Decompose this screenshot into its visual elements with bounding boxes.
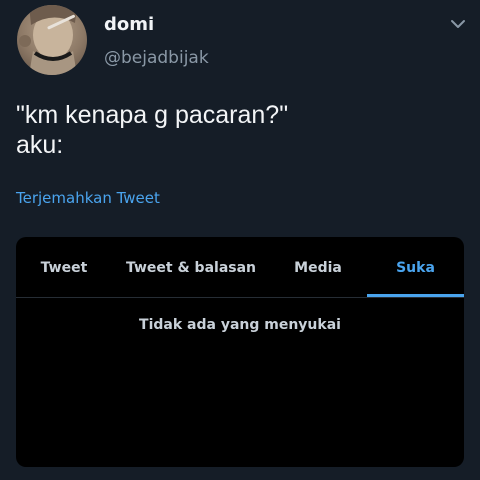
chevron-down-icon[interactable] bbox=[446, 12, 470, 36]
tab-tweets[interactable]: Tweet bbox=[16, 237, 112, 297]
profile-tabs: Tweet Tweet & balasan Media Suka bbox=[16, 237, 464, 298]
translate-tweet-link[interactable]: Terjemahkan Tweet bbox=[16, 188, 160, 208]
avatar[interactable] bbox=[17, 5, 87, 75]
active-tab-indicator bbox=[367, 294, 464, 297]
embedded-profile-screenshot: Tweet Tweet & balasan Media Suka Tidak a… bbox=[16, 237, 464, 467]
display-name[interactable]: domi bbox=[104, 14, 154, 36]
tab-tweets-and-replies[interactable]: Tweet & balasan bbox=[117, 237, 265, 297]
tweet-text: "km kenapa g pacaran?" aku: bbox=[16, 100, 456, 160]
tab-likes[interactable]: Suka bbox=[367, 237, 464, 297]
tweet-screen: domi @bejadbijak "km kenapa g pacaran?" … bbox=[0, 0, 480, 480]
tab-media[interactable]: Media bbox=[272, 237, 364, 297]
profile-photo-icon bbox=[19, 5, 77, 75]
tweet-text-line: aku: bbox=[16, 131, 64, 159]
empty-state-message: Tidak ada yang menyukai bbox=[139, 317, 341, 333]
user-handle[interactable]: @bejadbijak bbox=[104, 47, 209, 69]
tweet-text-line: "km kenapa g pacaran?" bbox=[16, 101, 289, 129]
